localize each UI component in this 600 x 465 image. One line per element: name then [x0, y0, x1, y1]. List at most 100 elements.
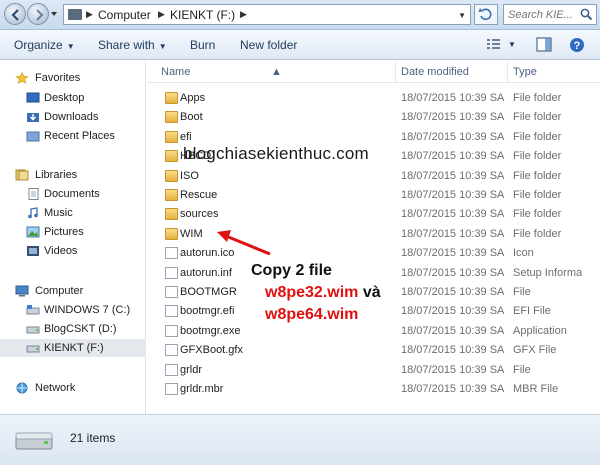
burn-button[interactable]: Burn	[190, 38, 215, 52]
column-header-type[interactable]: Type	[513, 66, 537, 78]
preview-pane-icon[interactable]	[536, 37, 552, 52]
removable-drive-icon	[15, 432, 53, 450]
breadcrumb-kienkt[interactable]: KIENKT (F:)	[170, 8, 235, 22]
nav-libraries[interactable]: Libraries	[0, 166, 146, 184]
annotation-file2: w8pe64.wim	[265, 306, 359, 323]
nav-recent-places[interactable]: Recent Places	[0, 127, 146, 145]
folder-icon	[165, 208, 178, 221]
computer-icon	[15, 285, 29, 297]
music-icon	[28, 207, 38, 219]
file-row[interactable]: autorun.inf 18/07/2015 10:39 SA Setup Info…	[147, 264, 600, 283]
refresh-icon	[478, 8, 492, 21]
nav-downloads[interactable]: Downloads	[0, 108, 146, 126]
nav-desktop-label: Desktop	[44, 92, 85, 104]
address-dropdown-icon[interactable]: ▼	[458, 11, 466, 20]
share-with-button[interactable]: Share with ▼	[98, 38, 167, 52]
file-icon	[165, 363, 178, 376]
file-name: grldr.mbr	[180, 383, 224, 395]
folder-icon	[165, 227, 178, 240]
file-name: sources	[180, 208, 219, 221]
breadcrumb-separator-icon[interactable]: ▶	[86, 9, 93, 20]
column-header-date[interactable]: Date modified	[401, 66, 469, 78]
view-options-icon[interactable]	[486, 37, 502, 51]
file-date-modified: 18/07/2015 10:39 SA	[401, 383, 505, 395]
breadcrumb-separator-icon[interactable]: ▶	[240, 9, 247, 20]
back-button[interactable]	[4, 3, 26, 25]
nav-drive-d[interactable]: BlogCSKT (D:)	[0, 320, 146, 338]
nav-desktop[interactable]: Desktop	[0, 89, 146, 107]
file-name: bootmgr.exe	[180, 324, 241, 337]
file-icon	[165, 344, 178, 357]
nav-drive-c[interactable]: WINDOWS 7 (C:)	[0, 301, 146, 319]
chevron-down-icon: ▼	[66, 42, 75, 51]
nav-videos[interactable]: Videos	[0, 242, 146, 260]
file-name: ISO	[180, 169, 199, 182]
search-input[interactable]	[508, 7, 578, 22]
file-row[interactable]: Rescue 18/07/2015 10:39 SA File folder	[147, 186, 600, 205]
new-folder-button[interactable]: New folder	[240, 38, 297, 52]
view-chevron-down-icon[interactable]: ▼	[508, 40, 516, 49]
file-row[interactable]: bootmgr.exe 18/07/2015 10:39 SA Applicatio…	[147, 322, 600, 341]
downloads-icon	[27, 113, 39, 122]
breadcrumb-computer[interactable]: Computer	[98, 8, 151, 22]
nav-pictures[interactable]: Pictures	[0, 223, 146, 241]
column-divider[interactable]	[395, 61, 396, 83]
address-box[interactable]: ▶ Computer ▶ KIENKT (F:) ▶ ▼	[63, 4, 471, 25]
nav-computer[interactable]: Computer	[0, 282, 146, 300]
file-row[interactable]: Apps 18/07/2015 10:39 SA File folder	[147, 89, 600, 108]
file-name: Boot	[180, 111, 203, 124]
folder-icon	[165, 189, 178, 201]
desktop-icon	[26, 92, 40, 103]
system-drive-icon	[26, 305, 40, 315]
recent-places-icon	[26, 131, 40, 142]
address-bar: ▶ Computer ▶ KIENKT (F:) ▶ ▼	[0, 0, 600, 30]
nav-network[interactable]: Network	[0, 379, 146, 397]
file-date-modified: 18/07/2015 10:39 SA	[401, 189, 505, 201]
column-divider[interactable]	[507, 61, 508, 83]
refresh-button[interactable]	[474, 4, 498, 25]
nav-drive-f[interactable]: KIENKT (F:)	[0, 339, 146, 357]
file-date-modified: 18/07/2015 10:39 SA	[401, 92, 505, 104]
file-date-modified: 18/07/2015 10:39 SA	[401, 266, 505, 279]
file-type: File folder	[513, 189, 562, 201]
file-icon	[165, 324, 178, 337]
file-row[interactable]: sources 18/07/2015 10:39 SA File folder	[147, 205, 600, 224]
file-icon	[165, 305, 178, 318]
forward-button[interactable]	[27, 3, 49, 25]
column-header-name[interactable]: Name	[161, 66, 190, 78]
file-row[interactable]: ISO 18/07/2015 10:39 SA File folder	[147, 167, 600, 186]
breadcrumb-separator-icon[interactable]: ▶	[158, 9, 165, 20]
file-type: GFX File	[513, 344, 557, 357]
file-row[interactable]: grldr 18/07/2015 10:39 SA File	[147, 361, 600, 380]
svg-text:?: ?	[574, 40, 581, 52]
nav-drive-f-label: KIENKT (F:)	[44, 342, 104, 354]
nav-documents-label: Documents	[44, 188, 100, 200]
file-name: autorun.inf	[180, 266, 232, 279]
file-type: File folder	[513, 208, 562, 221]
file-row[interactable]: bootmgr.efi 18/07/2015 10:39 SA EFI File	[147, 302, 600, 321]
file-row[interactable]: grldr.mbr 18/07/2015 10:39 SA MBR File	[147, 380, 600, 399]
recent-pages-chevron-icon[interactable]	[50, 10, 58, 18]
folder-icon	[165, 150, 178, 163]
nav-network-label: Network	[35, 382, 76, 394]
annotation-file1: w8pe32.wim và	[265, 284, 381, 302]
nav-documents[interactable]: Documents	[0, 185, 146, 203]
burn-label: Burn	[190, 38, 216, 52]
folder-icon	[165, 130, 178, 143]
organize-button[interactable]: Organize ▼	[14, 38, 75, 52]
search-icon[interactable]	[580, 8, 593, 21]
file-row[interactable]: GFXBoot.gfx 18/07/2015 10:39 SA GFX File	[147, 341, 600, 360]
watermark-text: blogchiasekienthuc.com	[183, 144, 369, 163]
command-bar: Organize ▼ Share with ▼ Burn New folder ▼ …	[0, 30, 600, 60]
help-icon[interactable]: ?	[569, 37, 585, 53]
search-box[interactable]	[503, 4, 597, 25]
nav-favorites[interactable]: Favorites	[0, 69, 146, 87]
nav-drive-c-label: WINDOWS 7 (C:)	[44, 304, 131, 316]
file-row[interactable]: Boot 18/07/2015 10:39 SA File folder	[147, 108, 600, 127]
file-type: Setup Informa	[513, 266, 583, 279]
folder-icon	[165, 111, 178, 124]
file-type: File folder	[513, 111, 562, 124]
forward-arrow-icon	[36, 9, 44, 21]
nav-music[interactable]: Music	[0, 204, 146, 222]
file-icon	[165, 286, 178, 298]
